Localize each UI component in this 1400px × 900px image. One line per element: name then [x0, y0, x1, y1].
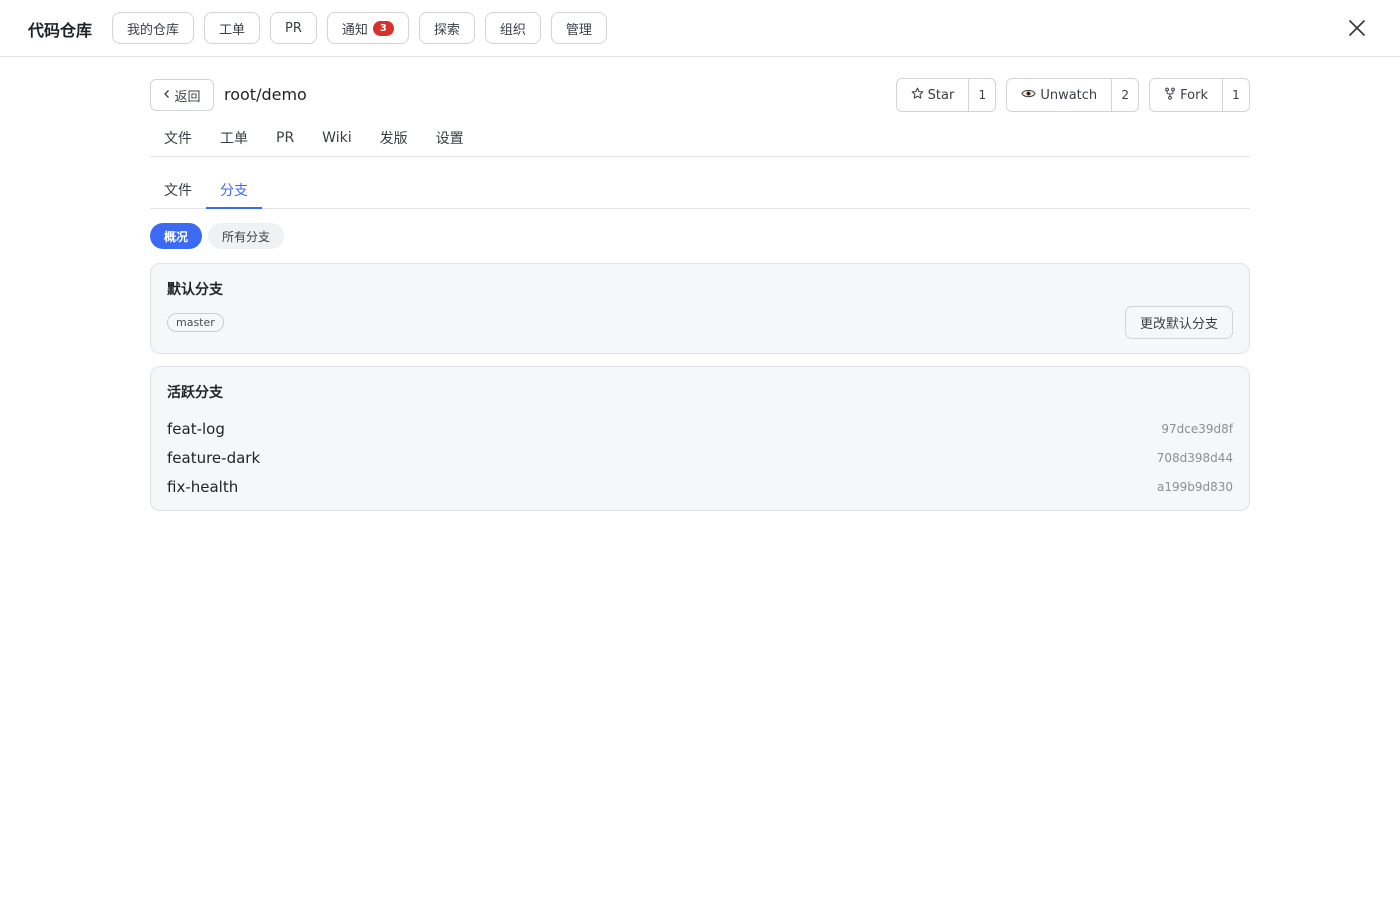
eye-icon	[1021, 88, 1036, 103]
subtab-files[interactable]: 文件	[150, 171, 206, 208]
fork-label: Fork	[1180, 87, 1208, 103]
branch-filter-pills: 概况 所有分支	[150, 223, 285, 249]
commit-sha[interactable]: 708d398d44	[1157, 451, 1233, 465]
star-button[interactable]: Star	[897, 79, 970, 111]
notification-count-badge: 3	[372, 20, 394, 36]
fork-group: Fork 1	[1149, 78, 1250, 112]
star-label: Star	[927, 87, 955, 103]
tab-releases[interactable]: 发版	[366, 119, 422, 156]
fork-count[interactable]: 1	[1223, 79, 1249, 111]
commit-sha[interactable]: 97dce39d8f	[1161, 422, 1233, 436]
branch-name[interactable]: feat-log	[167, 420, 225, 438]
nav-notifications-button[interactable]: 通知 3	[326, 12, 409, 44]
close-icon[interactable]	[1346, 17, 1368, 39]
tab-pr[interactable]: PR	[262, 119, 308, 156]
nav-label: 通知	[341, 22, 368, 38]
chevron-left-icon	[163, 88, 171, 103]
watch-label: Unwatch	[1040, 87, 1098, 103]
repo-header: 返回 root/demo Star 1 Unwatch 2 Fork 1	[150, 78, 1250, 112]
back-button[interactable]: 返回	[150, 79, 214, 111]
back-label: 返回	[174, 89, 201, 105]
tab-wiki[interactable]: Wiki	[308, 119, 365, 156]
nav-label: 探索	[433, 22, 460, 38]
active-branches-title: 活跃分支	[167, 385, 223, 401]
filter-all-branches-pill[interactable]: 所有分支	[208, 223, 285, 249]
nav-admin-button[interactable]: 管理	[550, 12, 607, 44]
branch-name[interactable]: feature-dark	[167, 449, 260, 467]
active-branches-card: 活跃分支 feat-log 97dce39d8f feature-dark 70…	[150, 366, 1250, 511]
fork-button[interactable]: Fork	[1150, 79, 1223, 111]
default-branch-title: 默认分支	[167, 282, 223, 298]
nav-label: PR	[285, 20, 302, 36]
watch-count[interactable]: 2	[1112, 79, 1138, 111]
nav-label: 工单	[219, 22, 246, 38]
change-default-branch-button[interactable]: 更改默认分支	[1124, 306, 1233, 339]
filter-overview-pill[interactable]: 概况	[150, 223, 203, 249]
list-item: feature-dark 708d398d44	[167, 443, 1233, 472]
tab-settings[interactable]: 设置	[422, 119, 478, 156]
nav-label: 组织	[499, 22, 526, 38]
fork-icon	[1164, 87, 1176, 104]
commit-sha[interactable]: a199b9d830	[1157, 480, 1233, 494]
top-navbar: 代码仓库 我的仓库 工单 PR 通知 3 探索 组织 管理	[0, 0, 1400, 57]
repo-social-actions: Star 1 Unwatch 2 Fork 1	[895, 78, 1250, 112]
tab-issues[interactable]: 工单	[206, 119, 262, 156]
app-brand[interactable]: 代码仓库	[28, 17, 92, 41]
top-nav: 我的仓库 工单 PR 通知 3 探索 组织 管理	[112, 12, 607, 44]
nav-issues-button[interactable]: 工单	[204, 12, 261, 44]
code-sub-tabs: 文件 分支	[150, 171, 1250, 209]
list-item: fix-health a199b9d830	[167, 472, 1233, 501]
tab-files[interactable]: 文件	[150, 119, 206, 156]
nav-pr-button[interactable]: PR	[270, 12, 317, 44]
subtab-branches[interactable]: 分支	[206, 171, 262, 209]
nav-orgs-button[interactable]: 组织	[484, 12, 541, 44]
nav-label: 我的仓库	[127, 22, 180, 38]
star-count[interactable]: 1	[969, 79, 995, 111]
default-branch-card: 默认分支 master 更改默认分支	[150, 263, 1250, 354]
nav-explore-button[interactable]: 探索	[418, 12, 475, 44]
repo-title: root/demo	[224, 85, 307, 104]
repo-tabs: 文件 工单 PR Wiki 发版 设置	[150, 119, 1250, 157]
default-branch-tag[interactable]: master	[167, 313, 224, 332]
nav-label: 管理	[565, 22, 592, 38]
list-item: feat-log 97dce39d8f	[167, 414, 1233, 443]
watch-group: Unwatch 2	[1006, 78, 1140, 112]
branch-name[interactable]: fix-health	[167, 478, 238, 496]
star-icon	[911, 87, 924, 104]
unwatch-button[interactable]: Unwatch	[1007, 79, 1113, 111]
active-branch-list: feat-log 97dce39d8f feature-dark 708d398…	[167, 414, 1233, 501]
star-group: Star 1	[895, 78, 997, 112]
nav-my-repos-button[interactable]: 我的仓库	[112, 12, 195, 44]
